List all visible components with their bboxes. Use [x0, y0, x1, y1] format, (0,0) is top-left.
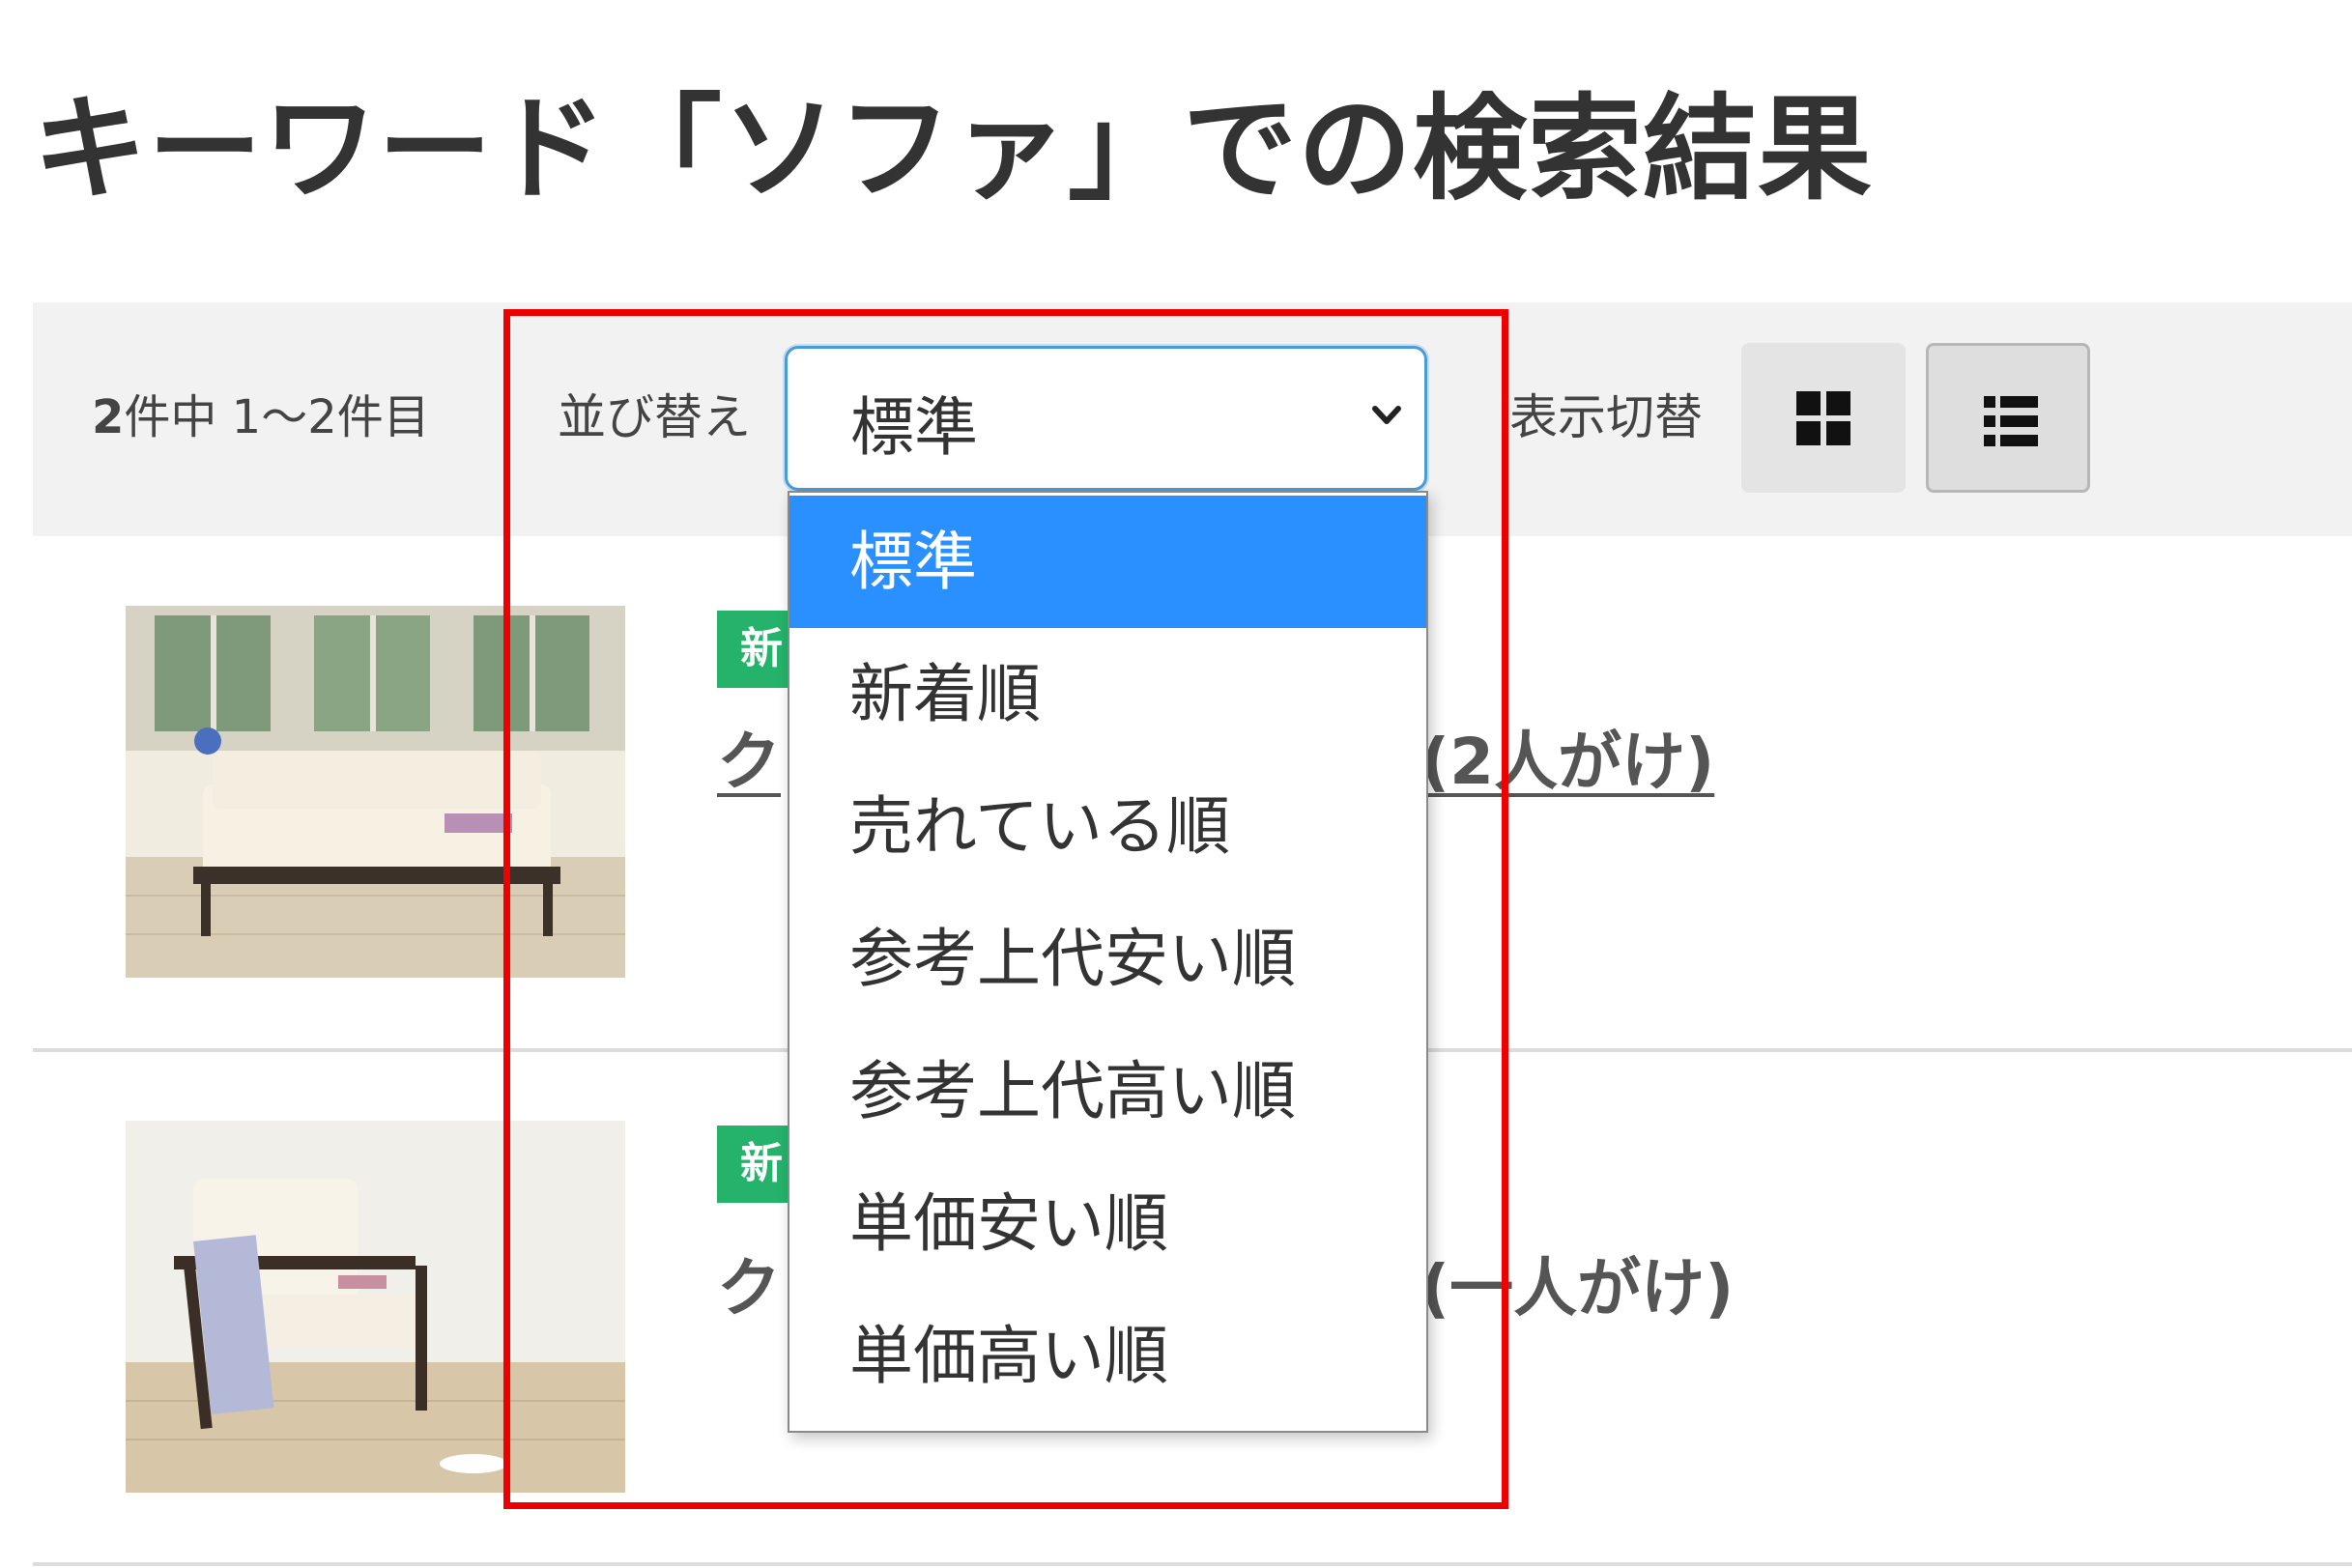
sort-option-best-selling[interactable]: 売れている順	[789, 760, 1426, 893]
grid-view-button[interactable]	[1741, 343, 1906, 493]
grid-view-icon	[1796, 391, 1850, 445]
list-view-icon	[1984, 396, 2038, 446]
sort-select[interactable]: 標準	[785, 346, 1427, 491]
sort-select-value: 標準	[850, 390, 978, 465]
product-title-link[interactable]: ク	[717, 710, 781, 803]
sort-option-newest[interactable]: 新着順	[789, 628, 1426, 760]
result-count-text: 件中 1～2件目	[124, 390, 430, 444]
sort-option-unit-price-low[interactable]: 単価安い順	[789, 1157, 1426, 1290]
product-title-link[interactable]: (2人がけ)	[1420, 710, 1714, 803]
sort-option-retail-price-low[interactable]: 参考上代安い順	[789, 893, 1426, 1025]
product-image-sofa-single-seater[interactable]	[126, 1121, 625, 1493]
product-title-link[interactable]: ク	[717, 1237, 781, 1329]
sort-option-standard[interactable]: 標準	[789, 496, 1426, 628]
result-count-number: 2	[92, 390, 125, 444]
sort-label: 並び替え	[558, 389, 751, 445]
product-title-link[interactable]: (一人がけ)	[1420, 1237, 1734, 1329]
product-divider	[33, 1562, 2352, 1566]
sort-option-retail-price-high[interactable]: 参考上代高い順	[789, 1025, 1426, 1157]
result-count: 2件中 1～2件目	[92, 379, 430, 446]
page-title: キーワード「ソファ」での検索結果	[33, 82, 1874, 215]
view-toggle-label: 表示切替	[1509, 389, 1703, 445]
list-view-button[interactable]	[1926, 343, 2090, 493]
product-image-sofa-two-seater[interactable]	[126, 606, 625, 978]
sort-dropdown-menu: 標準 新着順 売れている順 参考上代安い順 参考上代高い順 単価安い順 単価高い…	[788, 491, 1428, 1433]
chevron-down-icon	[1372, 406, 1401, 424]
sort-option-unit-price-high[interactable]: 単価高い順	[789, 1290, 1426, 1422]
